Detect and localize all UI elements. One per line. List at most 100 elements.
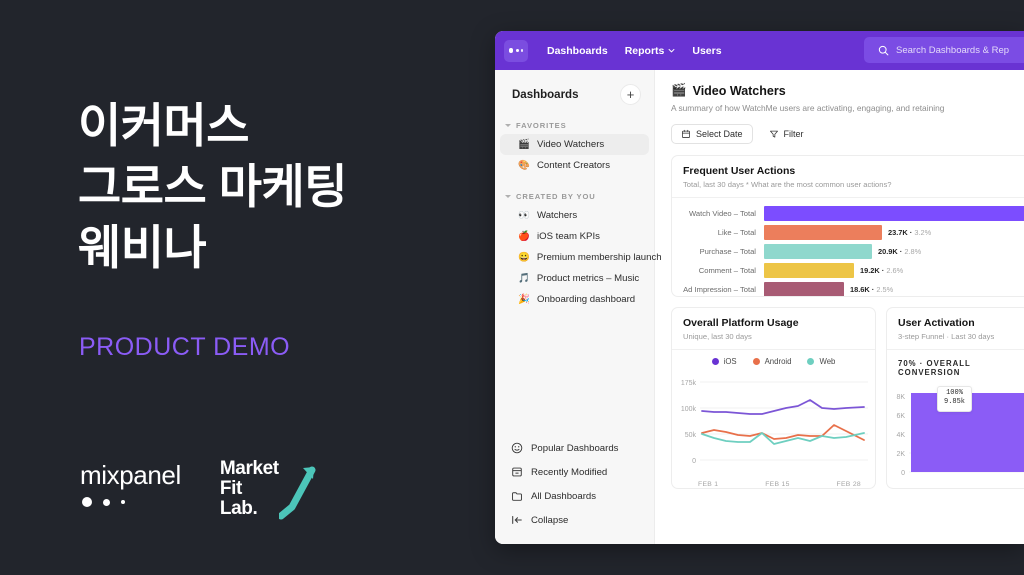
bar-comment[interactable] [764, 263, 854, 278]
sidebar-item-recently-modified-label: Recently Modified [531, 466, 608, 478]
legend-item-web[interactable]: Web [807, 357, 835, 366]
sidebar-item-all-dashboards-label: All Dashboards [531, 490, 597, 502]
filter-icon [769, 130, 778, 138]
funnel-value-label: 9.85k [944, 398, 966, 407]
bar-value: 19.2K · 2.6% [860, 266, 904, 275]
top-navigation-bar: Dashboards Reports Users Search Dashboar… [495, 31, 1024, 70]
party-popper-icon: 🎉 [518, 294, 530, 305]
sidebar-item-popular-dashboards[interactable]: Popular Dashboards [495, 436, 654, 460]
mixpanel-wordmark: mixpanel [80, 460, 181, 490]
sidebar-item-collapse[interactable]: Collapse [495, 508, 654, 532]
bar-value-pct: 3.2% [914, 228, 932, 237]
legend-label-ios: iOS [723, 357, 737, 366]
sidebar-item-premium-membership-launch[interactable]: 😀 Premium membership launch [500, 247, 662, 268]
bar-value-num: 20.9K [878, 247, 898, 256]
mixpanel-app-window: Dashboards Reports Users Search Dashboar… [495, 31, 1024, 544]
nav-item-dashboards-label: Dashboards [547, 44, 608, 57]
sidebar-item-premium-membership-launch-label: Premium membership launch [536, 252, 662, 263]
legend-dot-icon [752, 358, 760, 365]
mfl-line-2: Fit [219, 478, 242, 500]
user-activation-title: User Activation [898, 317, 975, 329]
select-date-button[interactable]: Select Date [671, 124, 753, 144]
bar-value: 23.7K · 3.2% [888, 228, 932, 237]
ytick-8k: 8K [896, 394, 905, 401]
legend-label-web: Web [819, 357, 836, 366]
nav-item-reports-label: Reports [624, 44, 665, 57]
sidebar-item-recently-modified[interactable]: Recently Modified [495, 460, 654, 484]
chevron-down-icon [668, 48, 675, 53]
title-line-1: 이커머스 [78, 99, 249, 152]
dashboard-subtitle: A summary of how WatchMe users are activ… [671, 103, 945, 113]
sidebar-group-favorites[interactable]: FAVORITES [495, 121, 654, 130]
filter-label: Filter [783, 129, 804, 139]
filter-button[interactable]: Filter [765, 124, 808, 144]
add-dashboard-button[interactable]: + [620, 84, 641, 105]
clapperboard-icon: 🎬 [518, 139, 530, 150]
overall-platform-usage-card: Overall Platform Usage Unique, last 30 d… [671, 307, 876, 489]
palette-icon: 🎨 [518, 160, 530, 171]
bar-label: Comment – Total [698, 266, 756, 275]
dashboard-main: 🎬 Video Watchers A summary of how WatchM… [655, 70, 1024, 544]
smile-icon [511, 442, 523, 454]
ytick-4k: 4K [896, 432, 905, 439]
ytick-0: 0 [692, 458, 696, 465]
overall-conversion-annotation: 70% · OVERALL CONVERSION [898, 359, 971, 377]
sidebar-title: Dashboards [512, 88, 579, 101]
bar-value-num: 23.7K [888, 228, 908, 237]
sidebar-item-product-metrics-music[interactable]: 🎵 Product metrics – Music [500, 268, 649, 289]
logo-row: mixpanel Market Fit Lab. [80, 458, 316, 520]
mfl-line-3: Lab. [219, 498, 258, 520]
frequent-user-actions-bars: Watch Video – Total 67.7 Like – Total 23… [672, 198, 1024, 296]
nav-item-users[interactable]: Users [692, 45, 721, 57]
xtick-feb-15: FEB 15 [765, 481, 790, 488]
nav-item-reports[interactable]: Reports [625, 45, 676, 57]
chart-legend: iOS Android Web [672, 350, 875, 369]
usage-line-chart[interactable]: 175k 100k 50k 0 [672, 369, 875, 473]
search-input[interactable]: Search Dashboards & Rep [864, 37, 1024, 63]
caret-down-icon [505, 124, 511, 127]
frequent-user-actions-title: Frequent User Actions [683, 165, 796, 177]
user-activation-header: User Activation 3-step Funnel · Last 30 … [887, 308, 1024, 350]
sidebar-item-video-watchers[interactable]: 🎬 Video Watchers [500, 134, 649, 155]
calendar-icon [682, 129, 690, 138]
bar-value-pct: 2.6% [886, 266, 904, 275]
smiley-icon: 😀 [518, 252, 530, 263]
bar-value: 20.9K · 2.8% [878, 247, 922, 256]
mixpanel-logo-mark-icon[interactable] [504, 39, 528, 62]
legend-label-android: Android [764, 357, 792, 366]
sidebar-item-all-dashboards[interactable]: All Dashboards [495, 484, 654, 508]
select-date-label: Select Date [696, 129, 743, 139]
ytick-2k: 2K [896, 451, 905, 458]
music-note-icon: 🎵 [518, 273, 530, 284]
usage-x-axis: FEB 1 FEB 15 FEB 28 [672, 478, 875, 488]
title-line-3: 웨비나 [78, 221, 207, 275]
bar-row: Like – Total 23.7K · 3.2% [672, 224, 1024, 241]
bar-label: Ad Impression – Total [683, 285, 756, 294]
page-title: 이커머스 그로스 마케팅 웨비나 [78, 95, 478, 278]
nav-item-dashboards[interactable]: Dashboards [547, 45, 608, 57]
sidebar-item-ios-team-kpis[interactable]: 🍎 iOS team KPIs [500, 226, 649, 247]
ytick-0: 0 [901, 470, 905, 477]
sidebar-item-onboarding-dashboard[interactable]: 🎉 Onboarding dashboard [500, 289, 649, 310]
dashboard-actions: Select Date Filter [671, 124, 1024, 144]
search-icon [878, 45, 889, 55]
legend-dot-icon [711, 358, 719, 365]
sidebar-group-created-by-you[interactable]: CREATED BY YOU [495, 192, 654, 201]
sidebar-item-watchers[interactable]: 👀 Watchers [500, 205, 649, 226]
search-placeholder: Search Dashboards & Rep [896, 44, 1010, 56]
sidebar: Dashboards + FAVORITES 🎬 Video Watchers … [495, 70, 662, 544]
bar-ad-impression[interactable] [764, 282, 844, 296]
bar-watch-video[interactable]: 67.7 [764, 206, 1024, 221]
caret-down-icon [505, 195, 511, 198]
legend-item-android[interactable]: Android [752, 357, 792, 366]
bar-label: Like – Total [717, 228, 756, 237]
frequent-user-actions-card: Frequent User Actions Total, last 30 day… [671, 155, 1024, 297]
xtick-feb-28: FEB 28 [836, 481, 861, 488]
bar-value-pct: 2.5% [876, 285, 894, 294]
bar-purchase[interactable] [764, 244, 872, 259]
bottom-cards-row: Overall Platform Usage Unique, last 30 d… [671, 307, 1024, 489]
sidebar-item-content-creators[interactable]: 🎨 Content Creators [500, 155, 649, 176]
sidebar-item-onboarding-dashboard-label: Onboarding dashboard [537, 294, 636, 305]
bar-like[interactable] [764, 225, 882, 240]
legend-item-ios[interactable]: iOS [711, 357, 737, 366]
